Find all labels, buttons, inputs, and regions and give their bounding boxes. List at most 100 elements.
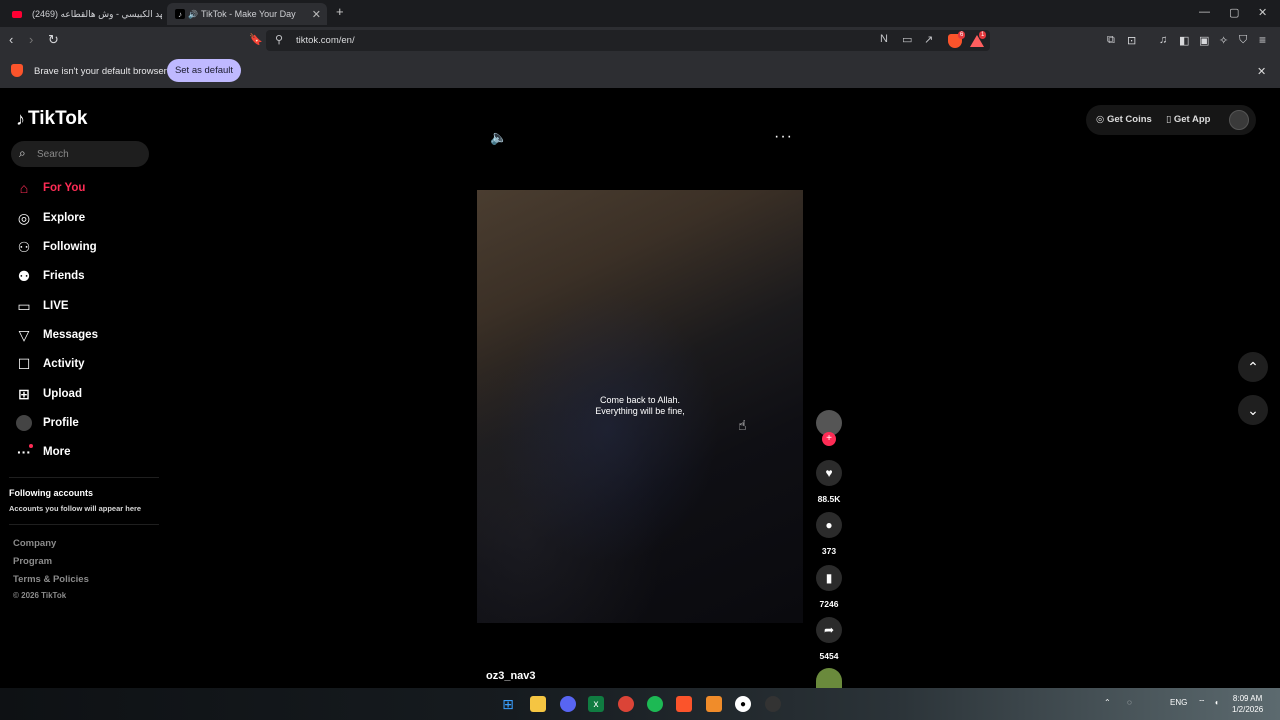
nav-upload[interactable]: ⊞ Upload [15, 382, 82, 406]
nav-messages[interactable]: ▽ Messages [15, 323, 98, 347]
default-browser-infobar: Brave isn't your default browser Set as … [0, 54, 1280, 88]
follow-button[interactable]: + [822, 432, 836, 446]
footer-copyright: © 2026 TikTok [13, 591, 67, 600]
site-info-icon[interactable]: ⚲ [275, 33, 283, 46]
footer-company[interactable]: Company [13, 538, 56, 549]
more-options-icon[interactable]: ··· [774, 128, 793, 146]
user-avatar[interactable] [1229, 110, 1249, 130]
live-icon: ▭ [17, 297, 31, 314]
discord-icon[interactable] [560, 696, 576, 712]
nav-label: Upload [43, 388, 82, 400]
maximize-button[interactable]: ▢ [1229, 6, 1239, 19]
clock-time: 8:09 AM [1232, 694, 1263, 703]
search-input[interactable]: ⌕ Search [11, 141, 149, 167]
coin-icon: ◎ [1096, 114, 1105, 125]
excel-icon[interactable]: x [588, 696, 604, 712]
nav-label: More [43, 446, 71, 458]
tab-youtube[interactable]: (2469) فهد الكبيسي - وش هالقطاعه (l [4, 3, 164, 25]
screenshot-icon[interactable]: ⊡ [1127, 34, 1136, 47]
footer-terms[interactable]: Terms & Policies [13, 574, 89, 585]
leo-ai-icon[interactable]: ✧ [1219, 34, 1228, 47]
vlc-icon[interactable] [706, 696, 722, 712]
brave-logo-icon [11, 64, 23, 82]
reload-icon[interactable]: ↻ [48, 32, 59, 48]
wifi-icon[interactable]: ⌔ [1198, 698, 1206, 708]
like-button[interactable]: ♥ [816, 460, 842, 486]
nav-following[interactable]: ⚇ Following [15, 235, 97, 259]
nav-more[interactable]: ··· More [15, 440, 70, 464]
tray-expand-icon[interactable]: ⌃ [1104, 698, 1111, 707]
forward-icon[interactable]: › [29, 32, 33, 47]
minimize-button[interactable]: — [1199, 6, 1210, 18]
windows-taskbar: ⊞ x ● ⌃ ◌ ENG ⌔ ◖ 8:09 AM 1/2/2026 [0, 688, 1280, 720]
nav-explore[interactable]: ◎ Explore [15, 206, 85, 230]
comment-button[interactable]: ● [816, 512, 842, 538]
language-indicator[interactable]: ENG [1170, 698, 1187, 707]
nav-label: Messages [43, 329, 98, 341]
no-translate-icon[interactable]: N [880, 33, 888, 45]
speaker-tray-icon[interactable]: ◖ [1214, 698, 1219, 707]
divider [9, 477, 159, 478]
nav-friends[interactable]: ⚉ Friends [15, 264, 85, 288]
heart-icon: ♥ [825, 466, 833, 480]
bookmark-icon[interactable]: 🔖 [249, 33, 263, 46]
system-clock[interactable]: 8:09 AM 1/2/2026 [1232, 693, 1263, 715]
comment-count: 373 [821, 546, 837, 556]
get-app-button[interactable]: ▯ Get App [1166, 114, 1210, 125]
back-icon[interactable]: ‹ [9, 32, 13, 47]
chrome-icon[interactable] [618, 696, 634, 712]
video-caption-line2: Everything will be fine, [595, 406, 685, 416]
menu-icon[interactable]: ≡ [1259, 33, 1266, 47]
save-count: 7246 [819, 599, 839, 609]
app-icon[interactable] [765, 696, 781, 712]
file-explorer-icon[interactable] [530, 696, 546, 712]
video-username[interactable]: oz3_nav3 [486, 670, 536, 682]
compass-icon: ◎ [17, 209, 31, 226]
vpn-icon[interactable]: ⛉ [1239, 34, 1247, 47]
volume-icon[interactable]: 🔈 [490, 129, 507, 146]
tab-tiktok[interactable]: ♪ 🔊 TikTok - Make Your Day ✕ [167, 3, 327, 25]
set-as-default-button[interactable]: Set as default [167, 59, 241, 82]
close-tab-icon[interactable]: ✕ [312, 8, 321, 21]
get-app-label: Get App [1173, 114, 1211, 125]
share-arrow-icon: ➦ [823, 623, 835, 637]
nav-for-you[interactable]: ⌂ For You [15, 176, 86, 200]
video-player[interactable]: Come back to Allah. Everything will be f… [477, 190, 803, 623]
notification-dot [29, 444, 33, 448]
spotify-icon[interactable] [647, 696, 663, 712]
brave-icon[interactable] [676, 696, 692, 712]
nav-profile[interactable]: Profile [15, 411, 79, 435]
phone-icon: ▯ [1166, 114, 1172, 125]
start-icon[interactable]: ⊞ [500, 696, 516, 712]
footer-program[interactable]: Program [13, 556, 52, 567]
obs-icon[interactable]: ● [735, 696, 751, 712]
previous-video-button[interactable]: ⌃ [1238, 352, 1268, 382]
get-coins-button[interactable]: ◎ Get Coins [1096, 114, 1152, 125]
nav-activity[interactable]: ☐ Activity [15, 352, 85, 376]
tiktok-page: ♪ TikTok ⌕ Search ⌂ For You ◎ Explore ⚇ Fol… [0, 88, 1280, 688]
extensions-icon[interactable]: ⧉ [1107, 34, 1115, 47]
url-text[interactable]: tiktok.com/en/ [296, 35, 355, 46]
wallet-icon[interactable]: ▣ [1199, 34, 1209, 47]
close-infobar-button[interactable]: ✕ [1257, 65, 1266, 78]
share-button[interactable]: ➦ [816, 617, 842, 643]
sidebar-icon[interactable]: ◧ [1179, 34, 1189, 47]
next-video-button[interactable]: ⌄ [1238, 395, 1268, 425]
youtube-icon [12, 10, 22, 18]
new-tab-button[interactable]: + [336, 4, 344, 19]
logo-text: TikTok [28, 108, 88, 129]
cast-icon[interactable]: ▭ [902, 33, 912, 46]
address-bar[interactable]: ⚲ tiktok.com/en/ N ▭ ↗ 6 1 [266, 30, 990, 51]
nav-live[interactable]: ▭ LIVE [15, 294, 68, 318]
share-icon[interactable]: ↗ [924, 33, 933, 46]
network-icon[interactable]: ◌ [1127, 698, 1132, 707]
music-disc-icon[interactable] [816, 668, 842, 688]
divider [9, 524, 159, 525]
following-accounts-hint: Accounts you follow will appear here [9, 504, 142, 513]
close-window-button[interactable]: ✕ [1258, 6, 1267, 19]
nav-label: For You [43, 182, 86, 194]
save-button[interactable]: ▮ [816, 565, 842, 591]
nav-label: Following [43, 241, 97, 253]
media-icon[interactable]: ♫ [1159, 34, 1167, 46]
tiktok-logo[interactable]: ♪ TikTok [16, 108, 87, 130]
